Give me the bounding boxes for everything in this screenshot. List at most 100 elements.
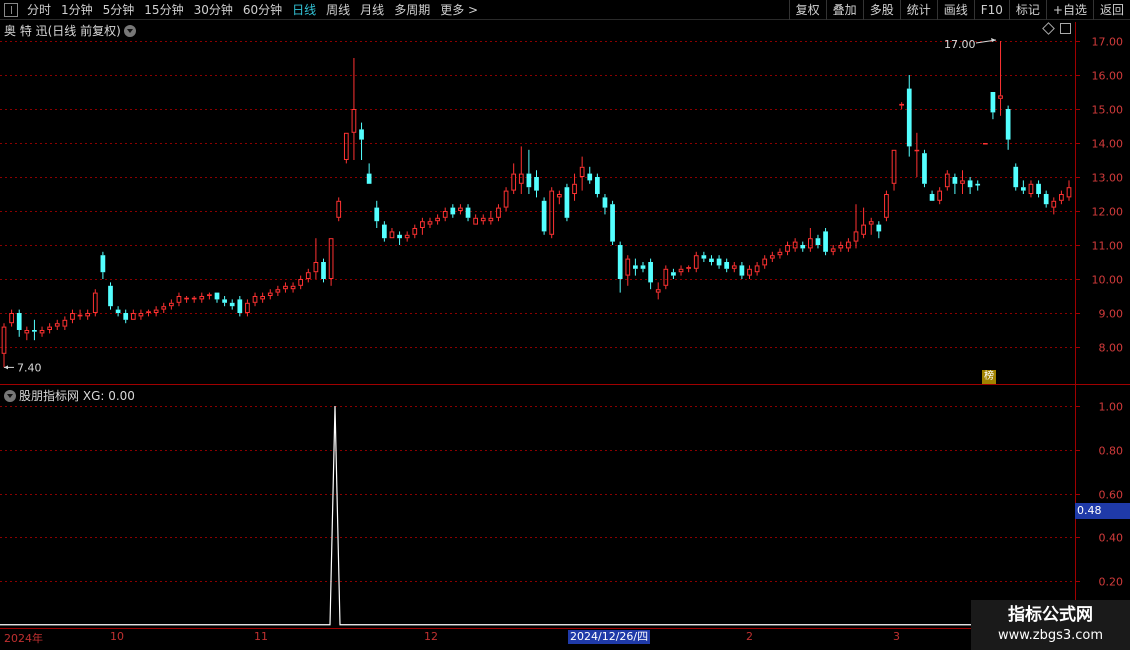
candle-body (214, 292, 220, 300)
panel-toggle-icon[interactable] (1060, 23, 1071, 34)
y-tick-label: 13.00 (1092, 172, 1124, 185)
candle (747, 265, 752, 279)
candle (998, 41, 1003, 116)
candle (876, 221, 882, 239)
candle (161, 302, 167, 313)
candle-body (1005, 109, 1011, 140)
candle (207, 292, 212, 300)
candle-body (769, 255, 775, 259)
candle (511, 163, 517, 194)
date-label-nov: 11 (254, 630, 268, 643)
candle-body (199, 296, 205, 300)
candle-body (686, 267, 692, 269)
candle-body (526, 173, 532, 188)
y-tick-label: 0.40 (1099, 532, 1124, 545)
candle (807, 228, 813, 252)
candle (640, 262, 646, 273)
candle-body (191, 297, 197, 300)
candle (1066, 180, 1072, 201)
chevron-down-icon[interactable] (4, 390, 16, 402)
sub-grid (0, 406, 1075, 582)
candle (709, 255, 714, 266)
candle (496, 204, 501, 222)
kline-chart[interactable]: 17.00 16.00 15.00 14.00 13.00 12.00 11.00 10.00… (0, 0, 1130, 650)
candle-body (168, 302, 174, 307)
candle-body (146, 311, 151, 313)
candle-body (252, 296, 258, 303)
candle-body (115, 309, 121, 313)
candle-body (678, 268, 684, 273)
low-marker-arrowhead (4, 365, 8, 370)
candle-body (1036, 183, 1041, 194)
chevron-down-icon[interactable] (123, 25, 136, 37)
candle (990, 92, 996, 120)
candle (9, 309, 14, 327)
candle (693, 251, 699, 273)
candle (579, 156, 585, 191)
candle (1013, 163, 1019, 191)
candle (952, 173, 958, 194)
candle-body (351, 109, 357, 133)
candle (800, 241, 806, 252)
candle (176, 292, 182, 307)
candle (108, 282, 113, 310)
candle-body (884, 194, 889, 218)
candle (526, 149, 532, 194)
candle-body (1043, 194, 1049, 205)
high-marker-label: 17.00 (944, 38, 976, 51)
candle-body (731, 265, 737, 269)
candle (298, 275, 304, 290)
candle (473, 214, 479, 225)
sub-chart-title[interactable]: 股朋指标网 XG: 0.00 (4, 387, 135, 404)
candle-body (830, 248, 836, 252)
candle (39, 326, 45, 337)
candle-body (229, 302, 235, 307)
candle (92, 289, 98, 317)
candle-body (655, 289, 661, 293)
candle-body (815, 238, 821, 245)
candle (1020, 180, 1026, 194)
candle (534, 170, 539, 198)
candle (754, 262, 760, 276)
candle-body (184, 297, 189, 300)
candle (336, 197, 342, 222)
candle-body (366, 173, 372, 184)
rank-badge[interactable]: 榜 (982, 370, 996, 384)
candle (815, 234, 821, 249)
y-tick-label: 11.00 (1092, 240, 1124, 253)
candle (777, 248, 783, 259)
candle-body (701, 255, 707, 259)
candle-body (313, 262, 319, 273)
low-marker-label: 7.40 (17, 361, 42, 374)
candle-body (207, 294, 212, 296)
candle (678, 265, 684, 276)
candle (374, 200, 380, 228)
candle-body (541, 200, 547, 232)
candle (701, 251, 707, 262)
candle-body (602, 197, 608, 208)
candle (785, 241, 790, 256)
candle-body (237, 299, 243, 313)
candle-body (130, 313, 136, 320)
candle (420, 217, 425, 235)
candle (617, 241, 623, 293)
candle-body (16, 313, 22, 330)
candle (32, 319, 37, 341)
candle-body (564, 187, 570, 218)
candle (290, 282, 296, 293)
candle (168, 299, 174, 310)
candle (944, 170, 950, 191)
main-chart-title[interactable]: 奥 特 迅(日线 前复权) (4, 22, 136, 39)
candle-body (709, 258, 714, 262)
candle (686, 265, 692, 273)
candle-body (572, 183, 577, 195)
candle-body (929, 194, 935, 201)
y-tick-label: 16.00 (1092, 70, 1124, 83)
candle-body (70, 313, 75, 320)
candle (587, 166, 593, 184)
candle (769, 251, 775, 262)
candle-body (518, 173, 524, 184)
candle-body (176, 296, 182, 303)
candle (663, 265, 669, 290)
candle (389, 228, 395, 239)
